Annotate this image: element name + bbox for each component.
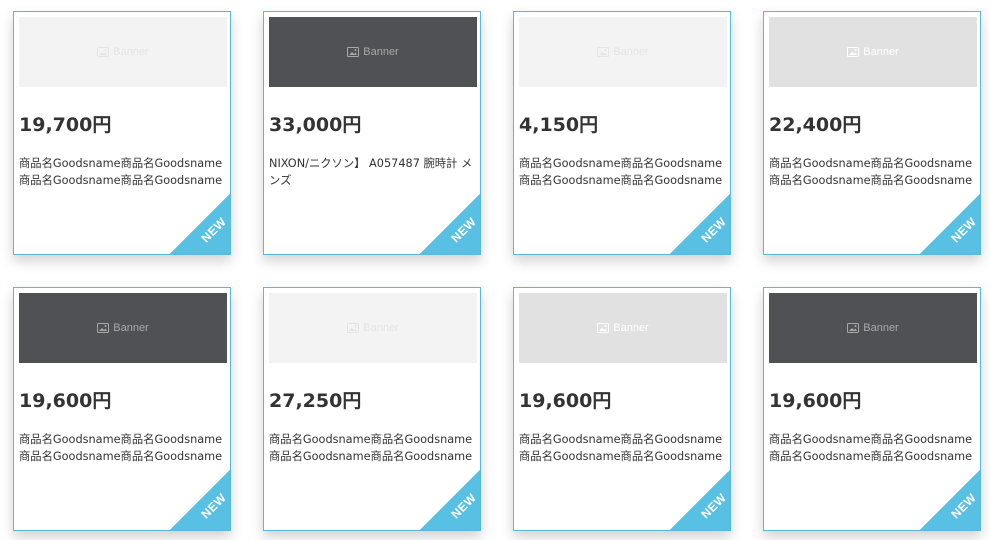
product-card[interactable]: Banner 19,600円 商品名Goodsname商品名Goodsname商… — [513, 287, 731, 531]
image-icon — [97, 323, 110, 333]
product-price: 19,600円 — [19, 390, 112, 412]
banner-label: Banner — [363, 322, 399, 334]
product-card[interactable]: Banner 4,150円 商品名Goodsname商品名Goodsname商品… — [513, 11, 731, 255]
product-banner: Banner — [519, 17, 727, 87]
product-card[interactable]: Banner 19,600円 商品名Goodsname商品名Goodsname商… — [13, 287, 231, 531]
product-price: 27,250円 — [269, 390, 362, 412]
product-banner: Banner — [519, 293, 727, 363]
product-card[interactable]: Banner 19,700円 商品名Goodsname商品名Goodsname商… — [13, 11, 231, 255]
product-banner: Banner — [769, 293, 977, 363]
image-icon — [97, 47, 110, 57]
image-icon — [847, 323, 860, 333]
image-icon — [597, 47, 610, 57]
product-name[interactable]: 商品名Goodsname商品名Goodsname商品名Goodsname商品名G… — [769, 155, 979, 189]
product-card[interactable]: Banner 27,250円 商品名Goodsname商品名Goodsname商… — [263, 287, 481, 531]
product-name[interactable]: 商品名Goodsname商品名Goodsname商品名Goodsname商品名G… — [769, 431, 979, 465]
product-name[interactable]: NIXON/ニクソン】 A057487 腕時計 メンズ — [269, 155, 479, 189]
product-banner: Banner — [19, 293, 227, 363]
product-name[interactable]: 商品名Goodsname商品名Goodsname商品名Goodsname商品名G… — [19, 431, 229, 465]
product-card[interactable]: Banner 33,000円 NIXON/ニクソン】 A057487 腕時計 メ… — [263, 11, 481, 255]
banner-label: Banner — [113, 46, 149, 58]
product-name[interactable]: 商品名Goodsname商品名Goodsname商品名Goodsname商品名G… — [269, 431, 479, 465]
banner-label: Banner — [613, 322, 649, 334]
product-price: 19,600円 — [769, 390, 862, 412]
product-card[interactable]: Banner 22,400円 商品名Goodsname商品名Goodsname商… — [763, 11, 981, 255]
product-banner: Banner — [769, 17, 977, 87]
image-icon — [347, 47, 360, 57]
product-banner: Banner — [269, 17, 477, 87]
product-grid: Banner 19,700円 商品名Goodsname商品名Goodsname商… — [0, 0, 990, 540]
product-banner: Banner — [19, 17, 227, 87]
image-icon — [847, 47, 860, 57]
image-icon — [597, 323, 610, 333]
banner-label: Banner — [863, 322, 899, 334]
product-price: 22,400円 — [769, 114, 862, 136]
product-name[interactable]: 商品名Goodsname商品名Goodsname商品名Goodsname商品名G… — [19, 155, 229, 189]
product-price: 19,600円 — [519, 390, 612, 412]
banner-label: Banner — [863, 46, 899, 58]
banner-label: Banner — [113, 322, 149, 334]
image-icon — [347, 323, 360, 333]
product-banner: Banner — [269, 293, 477, 363]
product-name[interactable]: 商品名Goodsname商品名Goodsname商品名Goodsname商品名G… — [519, 431, 729, 465]
product-price: 33,000円 — [269, 114, 362, 136]
product-price: 19,700円 — [19, 114, 112, 136]
product-name[interactable]: 商品名Goodsname商品名Goodsname商品名Goodsname商品名G… — [519, 155, 729, 189]
banner-label: Banner — [613, 46, 649, 58]
product-price: 4,150円 — [519, 114, 599, 136]
banner-label: Banner — [363, 46, 399, 58]
product-card[interactable]: Banner 19,600円 商品名Goodsname商品名Goodsname商… — [763, 287, 981, 531]
